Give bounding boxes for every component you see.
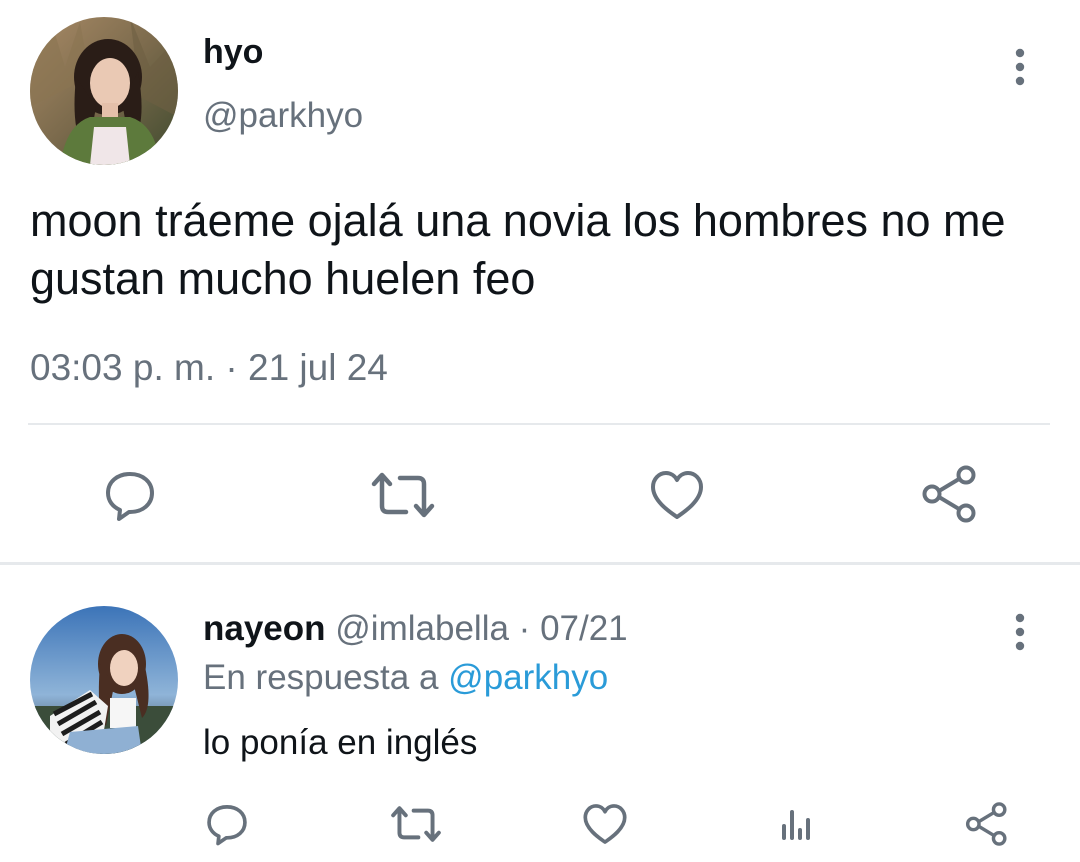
- tweet-timestamp[interactable]: 03:03 p. m. · 21 jul 24: [30, 346, 388, 390]
- reply-display-name[interactable]: nayeon: [203, 609, 326, 648]
- reply-button[interactable]: [100, 466, 160, 524]
- section-divider: [0, 562, 1080, 565]
- like-icon: [583, 804, 627, 844]
- retweet-icon: [391, 806, 441, 842]
- like-icon: [651, 471, 703, 519]
- reply-text: lo ponía en inglés: [203, 723, 478, 762]
- reply-like-button[interactable]: [580, 802, 630, 846]
- reply-icon: [207, 805, 247, 846]
- reply-handle[interactable]: @imlabella: [335, 609, 509, 648]
- share-icon: [965, 802, 1007, 846]
- more-vertical-icon: [1015, 613, 1025, 651]
- reply-separator: ·: [518, 609, 531, 648]
- reply-reply-button[interactable]: [202, 800, 252, 848]
- reply-share-button[interactable]: [962, 800, 1012, 848]
- retweet-button[interactable]: [368, 466, 438, 524]
- reply-retweet-button[interactable]: [388, 802, 444, 846]
- analytics-icon: [782, 810, 810, 840]
- avatar-photo: [30, 606, 178, 754]
- author-display-name[interactable]: hyo: [203, 32, 263, 72]
- tweet-text: moon tráeme ojalá una novia los hombres …: [30, 195, 1006, 304]
- reply-more-options-button[interactable]: [1000, 610, 1040, 654]
- like-button[interactable]: [646, 466, 708, 524]
- author-avatar[interactable]: [30, 17, 178, 165]
- more-options-button[interactable]: [1000, 45, 1040, 89]
- reply-context: En respuesta a @parkhyo: [203, 657, 608, 699]
- reply-header: nayeon @imlabella · 07/21: [203, 608, 628, 650]
- share-icon: [922, 465, 976, 523]
- reply-prefix: En respuesta a: [203, 658, 439, 697]
- more-vertical-icon: [1015, 48, 1025, 86]
- avatar-photo: [30, 17, 178, 165]
- reply-author-avatar[interactable]: [30, 606, 178, 754]
- reply-to-link[interactable]: @parkhyo: [448, 658, 608, 697]
- reply-icon: [106, 472, 154, 521]
- divider: [28, 423, 1050, 425]
- reply-analytics-button[interactable]: [774, 802, 818, 846]
- retweet-icon: [371, 472, 435, 518]
- author-handle[interactable]: @parkhyo: [203, 96, 363, 136]
- share-button[interactable]: [918, 464, 982, 524]
- reply-date[interactable]: 07/21: [540, 609, 628, 648]
